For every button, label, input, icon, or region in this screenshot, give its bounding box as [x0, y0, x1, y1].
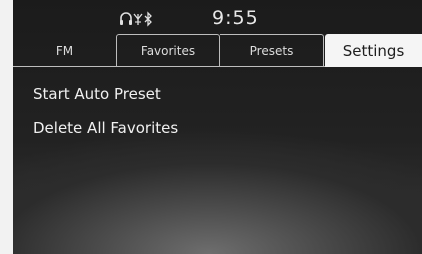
tab-favorites[interactable]: Favorites [116, 34, 220, 67]
tab-bar: FM Favorites Presets Settings [13, 34, 422, 67]
status-bar: 9:55 [13, 0, 422, 34]
tab-settings[interactable]: Settings [325, 34, 422, 67]
tab-presets[interactable]: Presets [220, 34, 324, 67]
clock: 9:55 [212, 7, 259, 29]
signal-icon [133, 11, 143, 27]
tab-fm[interactable]: FM [13, 34, 116, 67]
radio-screen: 9:55 FM Favorites Presets Settings Start… [13, 0, 422, 254]
bluetooth-icon [143, 11, 153, 27]
tab-divider [13, 66, 325, 67]
menu-item-start-auto-preset[interactable]: Start Auto Preset [33, 79, 403, 109]
menu-item-delete-all-favorites[interactable]: Delete All Favorites [33, 113, 403, 143]
headphone-icon [119, 11, 133, 27]
